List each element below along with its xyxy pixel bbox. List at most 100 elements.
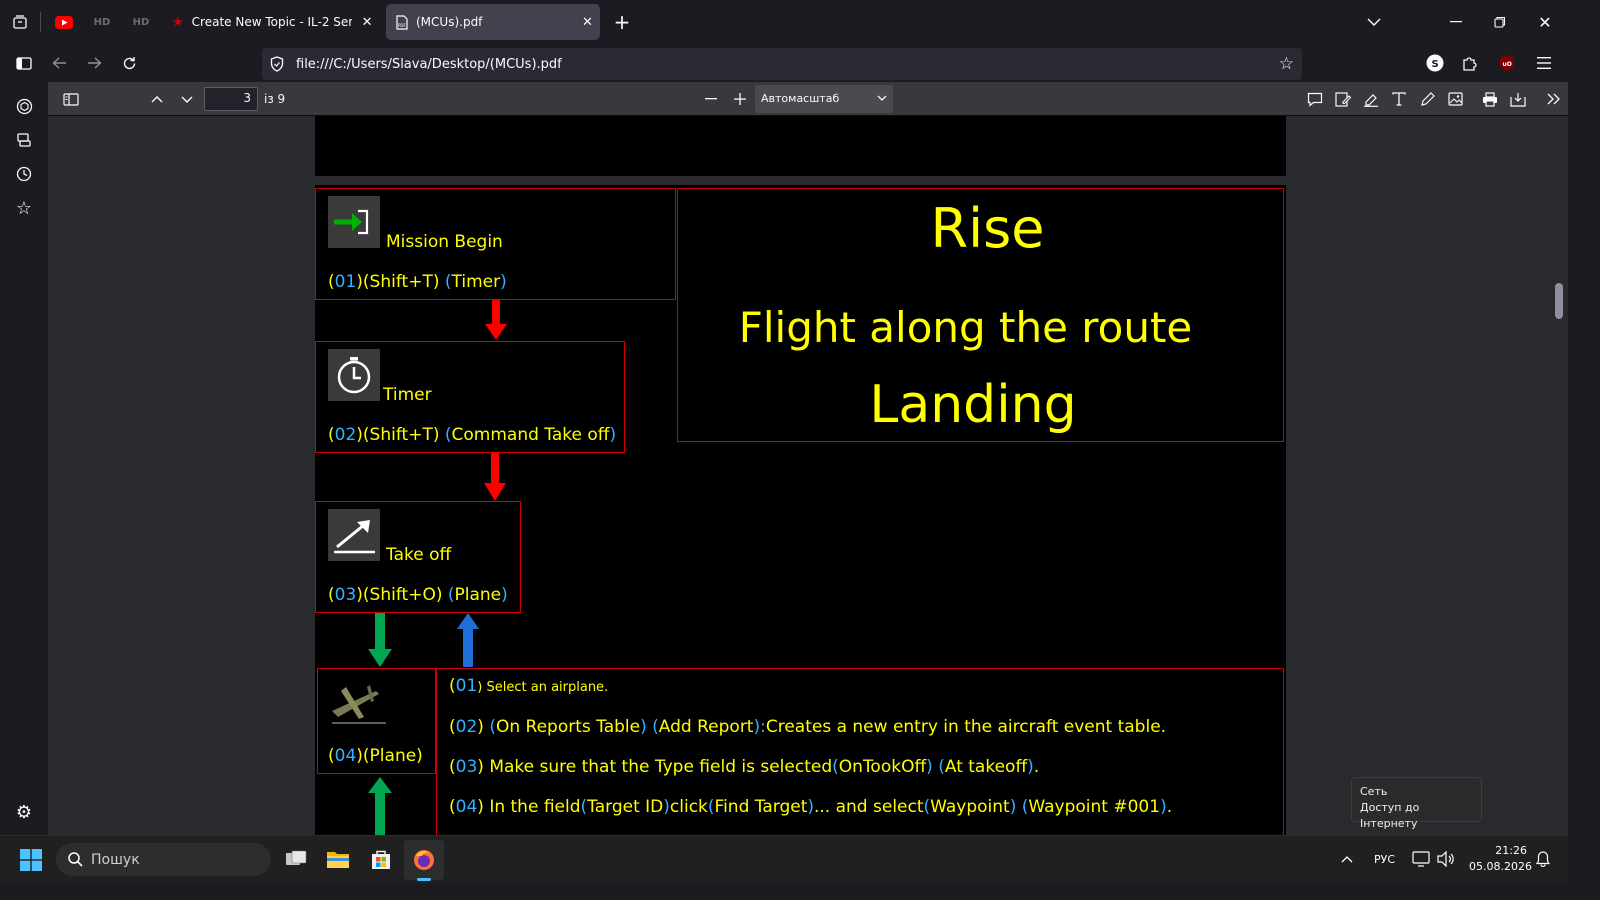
zoom-select[interactable]: Автомасштаб bbox=[755, 85, 893, 113]
active-app-indicator bbox=[417, 878, 431, 881]
tab-create-new-topic[interactable]: ★ Create New Topic - IL-2 Series F ✕ bbox=[164, 4, 382, 40]
tools-double-chevron-icon[interactable] bbox=[1542, 88, 1564, 110]
window-close-icon[interactable]: ✕ bbox=[1531, 8, 1559, 36]
add-text-icon[interactable] bbox=[1388, 88, 1410, 110]
page-count-label: із 9 bbox=[264, 92, 286, 106]
takeoff-title: Take off bbox=[386, 545, 452, 565]
summary-box: Rise Flight along the route Landing bbox=[677, 188, 1284, 442]
url-text: file:///C:/Users/Slava/Desktop/(MCUs).pd… bbox=[296, 56, 562, 72]
list-all-tabs-chevron-icon[interactable] bbox=[1360, 8, 1388, 36]
step-02: (02) (On Reports Table) (Add Report):Cre… bbox=[449, 717, 1167, 737]
chevron-down-icon bbox=[877, 95, 887, 101]
notifications-bell-icon[interactable] bbox=[1532, 848, 1554, 870]
pdf-page-2 bbox=[315, 116, 1286, 176]
windows-start-icon[interactable] bbox=[14, 844, 48, 876]
takeoff-arrow-icon bbox=[328, 509, 380, 561]
summary-flight: Flight along the route bbox=[738, 303, 1193, 352]
task-view-icon[interactable] bbox=[281, 844, 311, 874]
mission-begin-title: Mission Begin bbox=[386, 232, 503, 252]
sidebar-toggle-icon[interactable] bbox=[10, 51, 38, 75]
takeoff-link-line: (03)(Shift+O) (Plane) bbox=[328, 585, 508, 605]
pdf-viewer[interactable]: Mission Begin (01)(Shift+T) (Timer) Time… bbox=[48, 116, 1568, 835]
minimize-icon[interactable] bbox=[1442, 8, 1470, 36]
green-up-arrow-icon bbox=[368, 777, 392, 835]
reload-icon[interactable] bbox=[115, 51, 143, 75]
page-number-input[interactable]: 3 bbox=[204, 87, 258, 111]
taskbar-search-box[interactable]: Пошук bbox=[56, 843, 271, 876]
tab-label: (MCUs).pdf bbox=[416, 15, 483, 29]
mcu-box-plane: (04)(Plane) bbox=[317, 668, 436, 774]
forward-arrow-icon[interactable] bbox=[80, 51, 108, 75]
show-hidden-icons-chevron-icon[interactable] bbox=[1336, 848, 1358, 870]
mcu-box-mission-begin: Mission Begin (01)(Shift+T) (Timer) bbox=[315, 188, 676, 300]
favicon-star-icon: ★ bbox=[172, 14, 184, 30]
zoom-in-plus-icon[interactable] bbox=[729, 88, 751, 110]
zoom-out-minus-icon[interactable] bbox=[700, 88, 722, 110]
svg-text:S: S bbox=[1432, 59, 1439, 70]
add-signature-icon[interactable] bbox=[1332, 88, 1354, 110]
timer-title: Timer bbox=[383, 385, 432, 405]
add-image-icon[interactable] bbox=[1444, 88, 1466, 110]
step-04: (04) In the field(Target ID)click(Find T… bbox=[449, 797, 1173, 817]
tab-mcus-pdf[interactable]: PDF (MCUs).pdf ✕ bbox=[386, 4, 600, 40]
app-menu-icon[interactable] bbox=[1533, 52, 1555, 74]
account-avatar-icon[interactable]: S bbox=[1424, 52, 1446, 74]
settings-gear-icon[interactable]: ⚙ bbox=[12, 800, 36, 824]
mission-begin-link-line: (01)(Shift+T) (Timer) bbox=[328, 272, 507, 292]
address-bar[interactable]: file:///C:/Users/Slava/Desktop/(MCUs).pd… bbox=[262, 48, 1302, 80]
pinned-tab-hd-1[interactable]: HD bbox=[88, 8, 116, 36]
tooltip-title: Сеть bbox=[1360, 785, 1388, 798]
navigation-toolbar: file:///C:/Users/Slava/Desktop/(MCUs).pd… bbox=[0, 44, 1568, 82]
ublock-origin-icon[interactable]: uO bbox=[1496, 52, 1518, 74]
new-tab-plus-icon[interactable]: + bbox=[608, 8, 636, 36]
next-page-chevron-down-icon[interactable] bbox=[176, 88, 198, 110]
red-down-arrow-icon bbox=[484, 453, 506, 501]
svg-text:PDF: PDF bbox=[398, 23, 406, 28]
highlight-icon[interactable] bbox=[1360, 88, 1382, 110]
volume-speaker-icon[interactable] bbox=[1434, 848, 1458, 870]
red-down-arrow-icon bbox=[485, 300, 507, 340]
tab-label: Create New Topic - IL-2 Series F bbox=[191, 15, 352, 29]
restore-icon[interactable] bbox=[1486, 8, 1514, 36]
file-explorer-folder-icon[interactable] bbox=[323, 844, 353, 874]
search-placeholder: Пошук bbox=[91, 851, 140, 868]
network-icon[interactable] bbox=[1409, 848, 1433, 870]
clock-date[interactable]: 05.08.2026 bbox=[1469, 860, 1532, 873]
synced-tabs-icon[interactable] bbox=[12, 128, 36, 152]
draw-pencil-icon[interactable] bbox=[1416, 88, 1438, 110]
blue-up-arrow-icon bbox=[457, 613, 479, 667]
pinned-tab-youtube[interactable] bbox=[50, 8, 78, 36]
save-download-icon[interactable] bbox=[1507, 88, 1529, 110]
print-icon[interactable] bbox=[1479, 88, 1501, 110]
previous-page-chevron-up-icon[interactable] bbox=[146, 88, 168, 110]
viewer-scrollbar-thumb[interactable] bbox=[1555, 283, 1563, 319]
extensions-puzzle-icon[interactable] bbox=[1459, 52, 1481, 74]
browser-sidebar: ☆ ⚙ bbox=[0, 82, 48, 835]
summary-landing: Landing bbox=[869, 375, 1077, 435]
add-comment-icon[interactable] bbox=[1304, 88, 1326, 110]
site-info-shield-icon[interactable] bbox=[270, 56, 284, 72]
close-icon[interactable]: ✕ bbox=[362, 15, 373, 30]
bookmark-star-icon[interactable]: ☆ bbox=[1279, 54, 1294, 74]
svg-text:uO: uO bbox=[1503, 61, 1512, 68]
chatbot-icon[interactable] bbox=[12, 94, 36, 118]
bookmarks-star-icon[interactable]: ☆ bbox=[12, 196, 36, 220]
pdf-page-3: Mission Begin (01)(Shift+T) (Timer) Time… bbox=[315, 185, 1286, 835]
back-arrow-icon[interactable] bbox=[45, 51, 73, 75]
toggle-sidebar-icon[interactable] bbox=[60, 88, 82, 110]
input-language[interactable]: РУС bbox=[1374, 853, 1395, 866]
close-icon[interactable]: ✕ bbox=[582, 15, 593, 30]
youtube-icon bbox=[55, 15, 73, 29]
tooltip-text: Доступ до Інтернету bbox=[1360, 801, 1420, 830]
mission-begin-enter-icon bbox=[328, 196, 380, 248]
green-down-arrow-icon bbox=[368, 613, 392, 667]
tab-list-icon[interactable] bbox=[8, 10, 32, 34]
history-clock-icon[interactable] bbox=[12, 162, 36, 186]
clock-time[interactable]: 21:26 bbox=[1469, 844, 1527, 857]
firefox-taskbar-icon[interactable] bbox=[404, 840, 444, 880]
microsoft-store-icon[interactable] bbox=[366, 844, 396, 874]
pinned-tab-hd-2[interactable]: HD bbox=[127, 8, 155, 36]
pdf-toolbar: 3 із 9 Автомасштаб bbox=[48, 82, 1568, 116]
pdf-file-icon: PDF bbox=[396, 14, 408, 30]
steps-box: (01) Select an airplane. (02) (On Report… bbox=[436, 668, 1284, 835]
